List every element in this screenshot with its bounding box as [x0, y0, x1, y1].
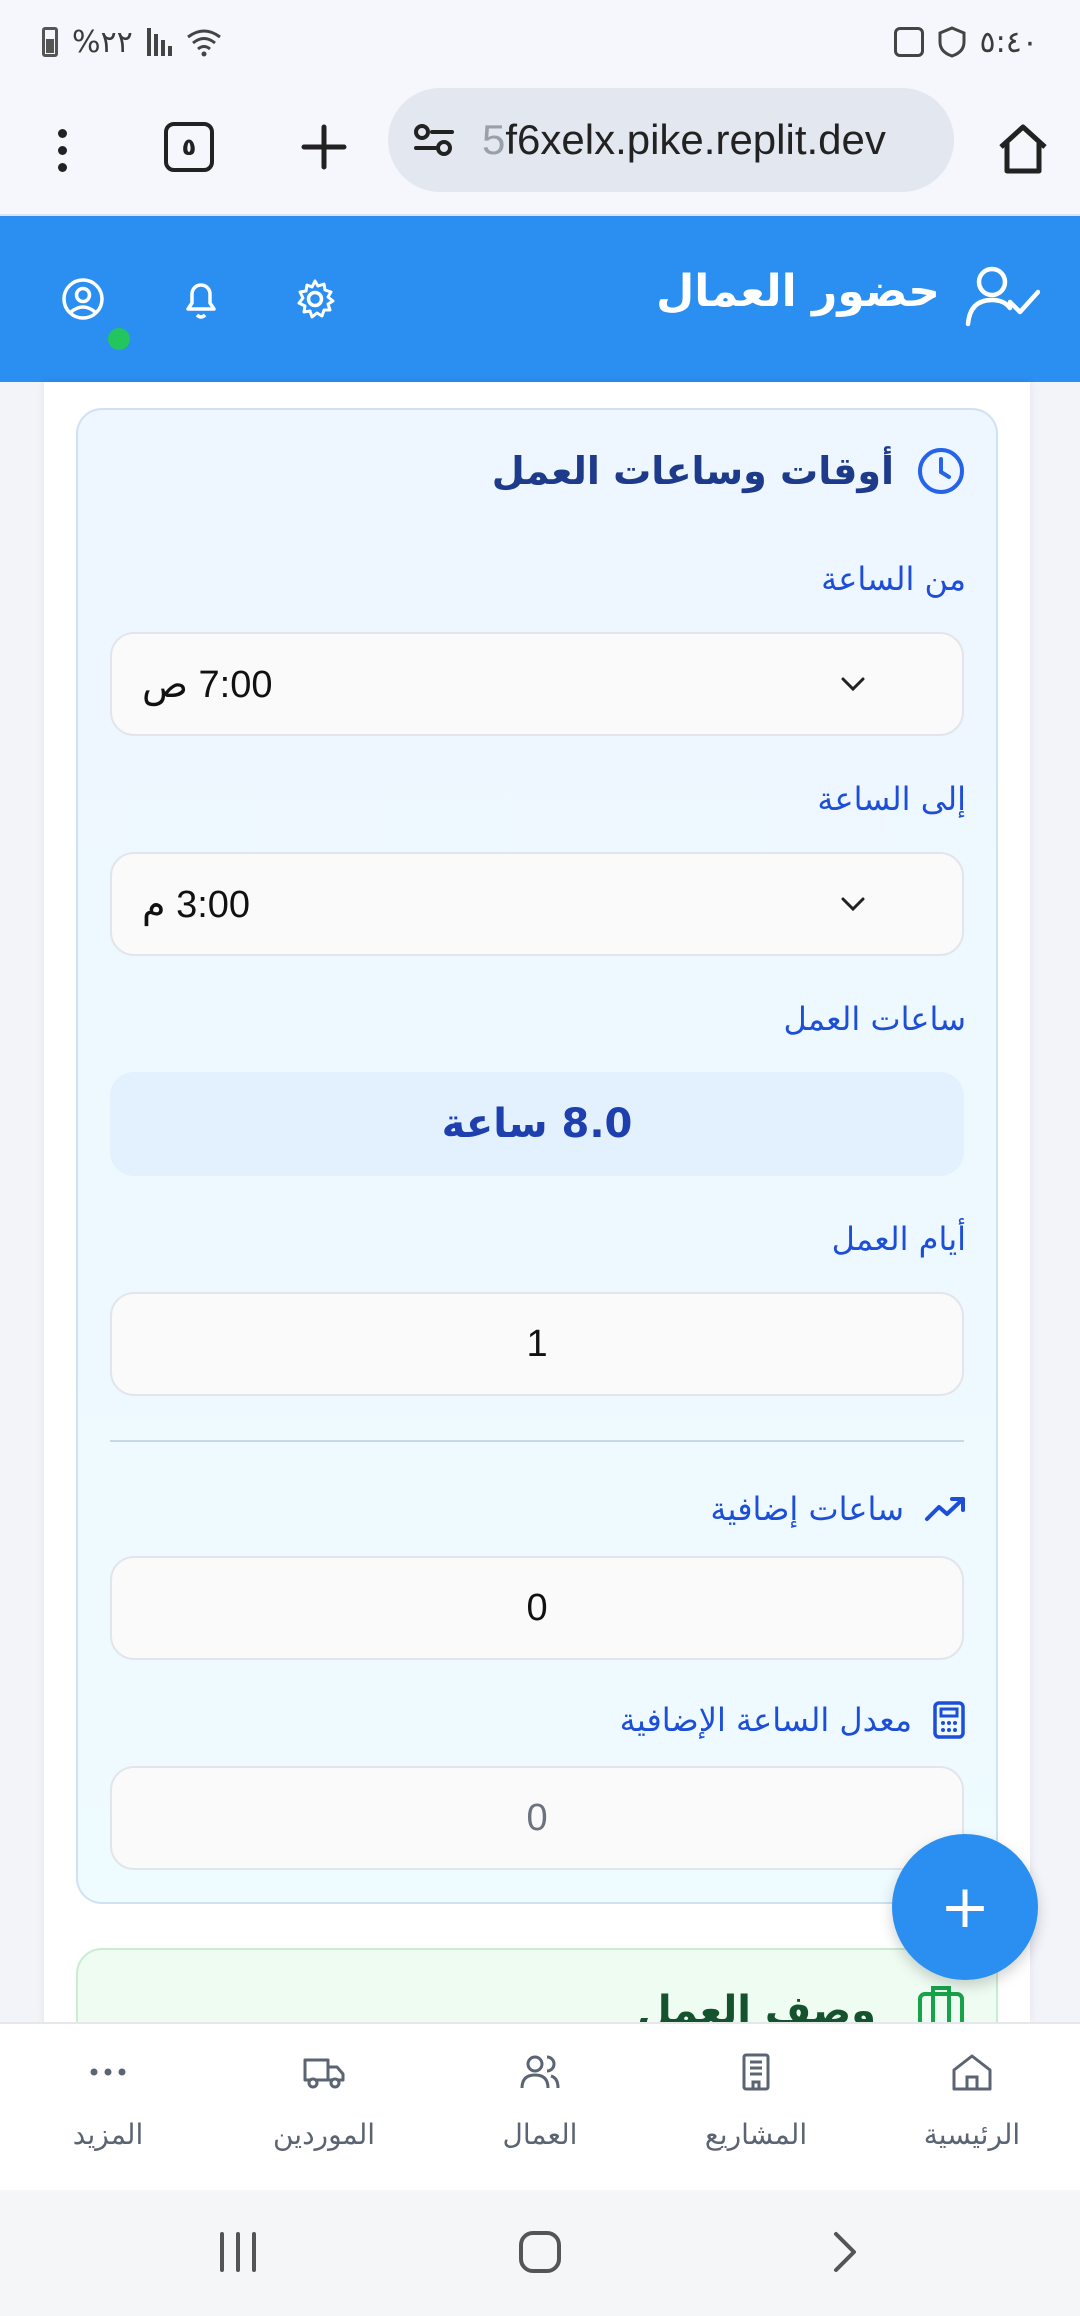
home-button[interactable]: [988, 116, 1058, 182]
section-divider: [110, 1440, 964, 1442]
to-time-value: 3:00 م: [142, 883, 251, 926]
nav-label-projects: المشاريع: [704, 2118, 808, 2151]
system-navigation-bar: [0, 2190, 1080, 2316]
battery-percent: %٢٢: [72, 24, 133, 60]
notifications-button[interactable]: [168, 266, 234, 332]
status-right: ٥:٤٠: [893, 24, 1038, 60]
status-left: %٢٢: [42, 25, 222, 60]
truck-icon: [303, 2058, 345, 2089]
plus-icon: [301, 124, 347, 170]
overtime-rate-label: معدل الساعة الإضافية: [620, 1700, 966, 1740]
chevron-down-icon: [841, 897, 865, 912]
nav-item-home[interactable]: الرئيسية: [864, 2024, 1080, 2190]
clock-icon: [918, 448, 964, 494]
overtime-input[interactable]: 0: [110, 1556, 964, 1660]
work-days-input[interactable]: 1: [110, 1292, 964, 1396]
to-time-label: إلى الساعة: [817, 780, 966, 818]
system-back-button[interactable]: [820, 2228, 868, 2276]
trending-up-icon: [925, 1497, 965, 1521]
bell-icon: [186, 283, 216, 319]
overtime-rate-input[interactable]: 0: [110, 1766, 964, 1870]
browser-toolbar: ٥ 5f6xelx.pike.replit.dev: [0, 84, 1080, 216]
app-header: حضور العمال: [0, 216, 1080, 382]
nav-label-home: الرئيسية: [923, 2118, 1021, 2151]
url-text: 5f6xelx.pike.replit.dev: [482, 116, 886, 164]
users-icon: [520, 2055, 560, 2089]
nav-label-workers: العمال: [502, 2118, 578, 2151]
nav-item-more[interactable]: المزيد: [0, 2024, 216, 2190]
signal-icon: [146, 28, 172, 56]
url-prefix: 5: [482, 116, 506, 163]
tabs-count-button[interactable]: ٥: [164, 122, 214, 172]
gallery-icon: [893, 27, 924, 57]
card-header: أوقات وساعات العمل: [492, 446, 966, 496]
home-icon: [952, 2054, 992, 2091]
battery-icon: [42, 27, 58, 57]
url-host: f6xelx.pike.replit.dev: [505, 116, 886, 163]
work-hours-value: 8.0 ساعة: [110, 1072, 964, 1176]
new-tab-button[interactable]: [294, 114, 354, 180]
site-settings-icon[interactable]: [412, 118, 456, 162]
clock-time: ٥:٤٠: [979, 24, 1038, 60]
work-days-label: أيام العمل: [831, 1220, 966, 1258]
overtime-rate-label-text: معدل الساعة الإضافية: [619, 1701, 912, 1739]
status-bar: %٢٢ ٥:٤٠: [0, 0, 1080, 84]
nav-item-suppliers[interactable]: الموردين: [216, 2024, 432, 2190]
building-icon: [742, 2053, 770, 2091]
browser-menu-button[interactable]: [40, 120, 84, 180]
gear-icon: [297, 279, 335, 319]
from-time-label: من الساعة: [821, 560, 966, 598]
card-title: أوقات وساعات العمل: [491, 449, 894, 493]
work-description-card: وصف العمل: [76, 1948, 998, 2022]
nav-item-projects[interactable]: المشاريع: [648, 2024, 864, 2190]
nav-item-workers[interactable]: العمال: [432, 2024, 648, 2190]
shield-icon: [938, 26, 966, 58]
calculator-icon: [933, 1701, 965, 1739]
work-description-title: وصف العمل: [637, 1988, 876, 2022]
chevron-down-icon: [841, 677, 865, 692]
home-icon: [999, 124, 1047, 174]
from-time-value: 7:00 ص: [142, 663, 273, 706]
recent-apps-button[interactable]: [214, 2228, 262, 2276]
system-home-button[interactable]: [516, 2228, 564, 2276]
briefcase-icon: [918, 1986, 964, 2022]
settings-button[interactable]: [282, 266, 348, 332]
profile-button[interactable]: [50, 266, 116, 332]
to-time-select[interactable]: 3:00 م: [110, 852, 964, 956]
work-hours-card: أوقات وساعات العمل من الساعة 7:00 ص إلى …: [76, 408, 998, 1904]
from-time-select[interactable]: 7:00 ص: [110, 632, 964, 736]
nav-label-suppliers: الموردين: [272, 2118, 376, 2151]
page-title: حضور العمال: [656, 266, 940, 317]
overtime-label-text: ساعات إضافية: [710, 1490, 904, 1528]
address-bar[interactable]: 5f6xelx.pike.replit.dev: [388, 88, 954, 192]
bottom-nav: المزيد الموردين العمال المشاريع الرئيسية: [0, 2022, 1080, 2190]
nav-label-more: المزيد: [72, 2118, 144, 2151]
wifi-icon: [186, 29, 221, 57]
user-circle-icon: [62, 278, 104, 320]
more-icon: [90, 2068, 126, 2076]
online-status-dot: [108, 328, 130, 350]
user-check-icon: [965, 266, 1040, 327]
overtime-label: ساعات إضافية: [710, 1490, 966, 1528]
main-content: أوقات وساعات العمل من الساعة 7:00 ص إلى …: [44, 382, 1030, 2022]
add-fab-button[interactable]: +: [892, 1834, 1038, 1980]
work-hours-label: ساعات العمل: [783, 1000, 966, 1038]
